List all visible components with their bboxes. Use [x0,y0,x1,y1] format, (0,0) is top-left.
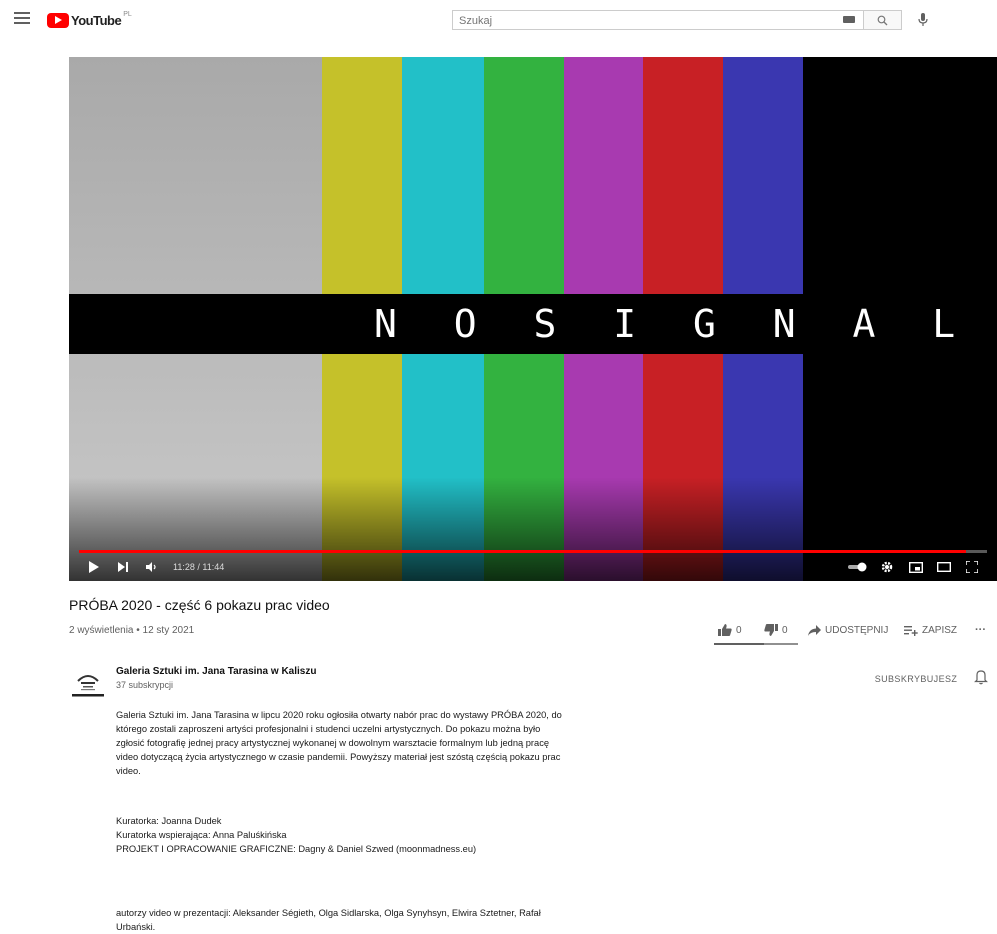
voice-search-button[interactable] [912,10,934,30]
no-signal-text: N O S I G N A L [374,302,973,346]
autoplay-toggle-icon [848,562,867,572]
more-icon: ··· [975,624,986,636]
subscriber-count: 37 subskrypcji [116,680,174,690]
gallery-logo-icon [72,675,104,697]
search-input[interactable] [453,12,825,30]
dislike-button[interactable]: 0 [764,620,788,640]
description-text: Galeria Sztuki im. Jana Tarasina w lipcu… [116,710,562,776]
next-icon [118,562,128,572]
more-actions-button[interactable]: ··· [975,620,986,640]
channel-name[interactable]: Galeria Sztuki im. Jana Tarasina w Kalis… [116,666,316,677]
share-label: UDOSTĘPNIJ [825,624,889,636]
settings-button[interactable] [879,558,895,576]
fullscreen-button[interactable] [963,558,981,576]
curator-line: Kuratorka: Joanna Dudek [116,816,222,826]
credits-block: Kuratorka: Joanna Dudek Kuratorka wspier… [116,814,636,856]
authors-line: autorzy video w prezentacji: Aleksander … [116,908,541,932]
description-paragraph: Galeria Sztuki im. Jana Tarasina w lipcu… [116,708,568,778]
progress-bar[interactable] [79,550,987,553]
gear-icon [881,561,893,573]
playlist-add-icon [904,625,918,636]
save-label: ZAPISZ [922,624,958,636]
logo-text: YouTube [71,12,122,28]
project-line: PROJEKT I OPRACOWANIE GRAFICZNE: Dagny &… [116,844,477,854]
autoplay-toggle[interactable] [847,558,869,576]
play-button[interactable] [87,558,101,576]
volume-button[interactable] [144,558,160,576]
theater-mode-button[interactable] [935,558,953,576]
keyboard-icon[interactable] [843,16,855,23]
progress-bar-fill [79,550,967,553]
assistant-curator-line: Kuratorka wspierająca: Anna Paluśkińska [116,830,287,840]
share-button[interactable]: UDOSTĘPNIJ [808,620,888,640]
volume-icon [146,562,156,572]
player-controls: 11:28 / 11:44 [69,556,997,580]
hamburger-menu-icon[interactable] [14,12,30,26]
save-button[interactable]: ZAPISZ [904,620,957,640]
logo-country-code: PL [123,10,132,18]
play-icon [89,561,99,573]
share-icon [808,624,821,636]
youtube-logo[interactable]: YouTube PL [47,11,132,29]
video-player[interactable]: N O S I G N A L 11:28 / 11:44 [69,57,997,581]
authors-block: autorzy video w prezentacji: Aleksander … [116,906,568,934]
play-logo-icon [47,12,69,28]
dislike-count: 0 [782,624,788,636]
like-count: 0 [736,624,742,636]
subscribed-button[interactable]: SUBSKRYBUJESZ [866,670,966,688]
search-button[interactable] [864,10,902,30]
next-button[interactable] [116,558,130,576]
thumbs-up-icon [718,624,732,636]
theater-mode-icon [937,562,951,572]
like-button[interactable]: 0 [718,620,742,640]
bell-icon [974,670,988,685]
miniplayer-button[interactable] [907,558,925,576]
microphone-icon [918,13,928,26]
video-title: PRÓBA 2020 - część 6 pokazu prac video [69,597,330,613]
channel-avatar[interactable] [72,669,104,701]
top-bar: YouTube PL [0,0,997,40]
search-icon [877,15,888,25]
search-box[interactable] [452,10,864,30]
notification-bell-button[interactable] [974,669,990,687]
time-display: 11:28 / 11:44 [173,562,225,572]
thumbs-down-icon [764,624,778,636]
miniplayer-icon [909,561,923,573]
like-dislike-ratio-bar [714,643,798,645]
video-meta: 2 wyświetlenia • 12 sty 2021 [69,625,195,636]
fullscreen-icon [966,561,978,573]
